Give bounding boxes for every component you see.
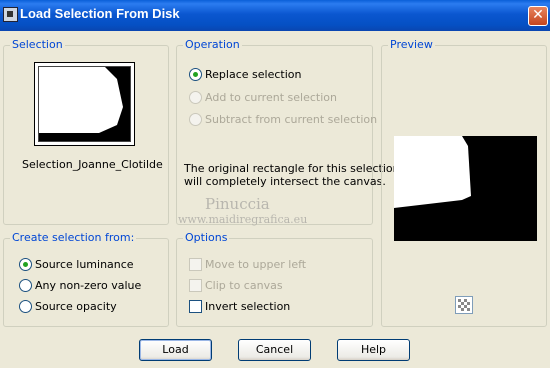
window-title: Load Selection From Disk bbox=[20, 6, 180, 21]
clip-to-canvas-label[interactable]: Clip to canvas bbox=[205, 279, 283, 292]
any-non-zero-label[interactable]: Any non-zero value bbox=[35, 279, 141, 292]
help-button[interactable]: Help bbox=[337, 339, 410, 361]
move-to-upper-left-label[interactable]: Move to upper left bbox=[205, 258, 306, 271]
close-button[interactable]: ✕ bbox=[528, 6, 548, 26]
source-luminance-label[interactable]: Source luminance bbox=[35, 258, 134, 271]
add-to-current-radio[interactable] bbox=[189, 91, 202, 104]
preview-image bbox=[394, 136, 537, 241]
selection-name: Selection_Joanne_Clotilde bbox=[22, 158, 163, 171]
preview-legend: Preview bbox=[388, 38, 435, 51]
replace-selection-label[interactable]: Replace selection bbox=[205, 68, 301, 81]
invert-selection-label[interactable]: Invert selection bbox=[205, 300, 290, 313]
watermark-site: www.maidiregrafica.eu bbox=[178, 213, 308, 226]
operation-legend: Operation bbox=[183, 38, 242, 51]
clip-to-canvas-checkbox[interactable] bbox=[189, 279, 202, 292]
any-non-zero-radio[interactable] bbox=[19, 279, 32, 292]
move-to-upper-left-checkbox[interactable] bbox=[189, 258, 202, 271]
create-from-legend: Create selection from: bbox=[10, 231, 137, 244]
title-bar[interactable]: Load Selection From Disk ✕ bbox=[0, 0, 550, 31]
subtract-from-current-label[interactable]: Subtract from current selection bbox=[205, 113, 377, 126]
source-opacity-radio[interactable] bbox=[19, 300, 32, 313]
replace-selection-radio[interactable] bbox=[189, 68, 202, 81]
close-icon: ✕ bbox=[532, 7, 544, 23]
selection-thumbnail-image bbox=[38, 66, 131, 142]
app-icon[interactable] bbox=[3, 7, 18, 22]
source-luminance-radio[interactable] bbox=[19, 258, 32, 271]
watermark-name: Pinuccia bbox=[205, 195, 270, 213]
options-legend: Options bbox=[183, 231, 230, 244]
subtract-from-current-radio[interactable] bbox=[189, 113, 202, 126]
source-opacity-label[interactable]: Source opacity bbox=[35, 300, 117, 313]
selection-legend: Selection bbox=[10, 38, 65, 51]
selection-thumbnail[interactable] bbox=[34, 62, 135, 146]
operation-message-line2: will completely intersect the canvas. bbox=[184, 175, 386, 188]
invert-selection-checkbox[interactable] bbox=[189, 300, 202, 313]
add-to-current-label[interactable]: Add to current selection bbox=[205, 91, 337, 104]
operation-message-line1: The original rectangle for this selectio… bbox=[184, 162, 400, 175]
cancel-button[interactable]: Cancel bbox=[238, 339, 311, 361]
load-button[interactable]: Load bbox=[139, 339, 212, 361]
checkerboard-icon[interactable] bbox=[455, 296, 473, 314]
